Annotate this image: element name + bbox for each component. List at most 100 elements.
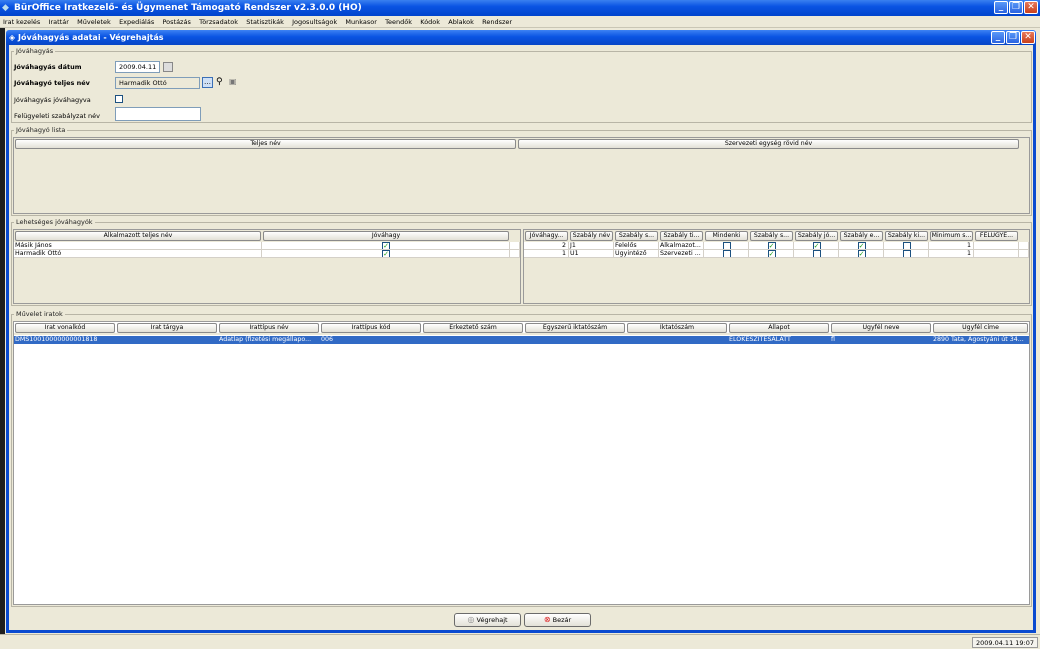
window-close-icon[interactable]: ✕	[1021, 31, 1035, 44]
cell: 2	[524, 242, 569, 250]
menu-teendok[interactable]: Teendők	[382, 16, 415, 28]
calendar-icon[interactable]	[163, 62, 173, 72]
menu-torzsadatok[interactable]: Törzsadatok	[196, 16, 241, 28]
menu-statisztikak[interactable]: Statisztikák	[243, 16, 287, 28]
col-szabaly-s2[interactable]: Szabály s...	[750, 231, 793, 241]
col-szabaly-ki[interactable]: Szabály ki...	[885, 231, 928, 241]
mindenki-checkbox[interactable]	[722, 242, 731, 249]
table-row[interactable]: DMS10010000000001818 Adatlap (fizetési m…	[14, 336, 1029, 344]
col-alkalmazott[interactable]: Alkalmazott teljes név	[15, 231, 261, 241]
menu-irat-kezeles[interactable]: Irat kezelés	[0, 16, 43, 28]
select-icon[interactable]: …	[202, 77, 213, 88]
menu-ablakok[interactable]: Ablakok	[445, 16, 477, 28]
possible-approvers-table: Alkalmazott teljes név Jóváhagy Másik Já…	[13, 229, 521, 304]
col-szabaly-e[interactable]: Szabály e...	[840, 231, 883, 241]
col-irat-vonalkod[interactable]: Irat vonalkód	[15, 323, 115, 333]
col-szabaly-nev[interactable]: Szabály név	[570, 231, 613, 241]
rule-checkbox[interactable]: ✓	[812, 242, 821, 249]
menu-jogosultsagok[interactable]: Jogosultságok	[289, 16, 340, 28]
col-ugyfel-cime[interactable]: Ügyfél címe	[933, 323, 1028, 333]
execute-button[interactable]: ◎ Végrehajt	[454, 613, 521, 627]
menu-expedialas[interactable]: Expediálás	[116, 16, 157, 28]
col-szervezeti-egyseg[interactable]: Szervezeti egység rövid név	[518, 139, 1019, 149]
search-icon[interactable]: ⚲	[216, 77, 223, 87]
col-mindenki[interactable]: Mindenki	[705, 231, 748, 241]
rule-checkbox[interactable]	[902, 250, 911, 257]
rules-table: Jóváhagy... Szabály név Szabály s... Sza…	[523, 229, 1030, 304]
col-jovahagy-n[interactable]: Jóváhagy...	[525, 231, 568, 241]
approved-checkbox[interactable]	[115, 95, 123, 103]
status-bar: 2009.04.11 19:07	[0, 634, 1040, 649]
rule-checkbox[interactable]: ✓	[767, 250, 776, 257]
window-icon: ◈	[9, 33, 16, 42]
cell-pad	[510, 242, 520, 250]
menu-rendszer[interactable]: Rendszer	[479, 16, 515, 28]
cell: fl	[830, 336, 932, 344]
cell	[704, 242, 749, 250]
cell: U1	[569, 250, 614, 258]
trash-icon[interactable]: ▣	[229, 77, 237, 87]
minimize-icon[interactable]: _	[994, 1, 1008, 14]
cell: 1	[524, 250, 569, 258]
cell-pad	[1019, 250, 1029, 258]
approval-group-label: Jóváhagyás	[14, 47, 56, 55]
close-x-icon: ⊗	[543, 615, 551, 624]
approved-label: Jóváhagyás jóváhagyva	[14, 96, 91, 104]
rule-checkbox[interactable]: ✓	[857, 250, 866, 257]
rule-field[interactable]	[115, 107, 201, 121]
col-egyszeru-iktatoszam[interactable]: Egyszerű iktatószám	[525, 323, 625, 333]
close-icon[interactable]: ✕	[1024, 1, 1038, 14]
menu-irattar[interactable]: Irattár	[46, 16, 72, 28]
table-row[interactable]: 1 U1 Ügyintéző Szervezeti ... ✓ ✓ 1	[524, 250, 1029, 258]
menu-postazas[interactable]: Postázás	[159, 16, 193, 28]
cell	[116, 336, 218, 344]
approval-date-label: Jóváhagyás dátum	[14, 63, 82, 71]
col-ugyfel-neve[interactable]: Ügyfél neve	[831, 323, 931, 333]
maximize-icon[interactable]: ❐	[1009, 1, 1023, 14]
col-minimum[interactable]: Minimum s...	[930, 231, 973, 241]
col-erkezteto-szam[interactable]: Érkeztető szám	[423, 323, 523, 333]
table-row[interactable]: Harmadik Ottó ✓	[14, 250, 520, 258]
col-jovahagy[interactable]: Jóváhagy	[263, 231, 509, 241]
rule-checkbox[interactable]: ✓	[767, 242, 776, 249]
col-allapot[interactable]: Állapot	[729, 323, 829, 333]
close-label: Bezár	[552, 616, 572, 624]
rule-checkbox[interactable]	[902, 242, 911, 249]
cell: Alkalmazot...	[659, 242, 704, 250]
cell	[422, 336, 524, 344]
cell: Felelős	[614, 242, 659, 250]
col-szabaly-jo[interactable]: Szabály jó...	[795, 231, 838, 241]
col-felugye[interactable]: FELUGYE...	[975, 231, 1018, 241]
menu-kodok[interactable]: Kódok	[417, 16, 443, 28]
col-iktatoszam[interactable]: Iktatószám	[627, 323, 727, 333]
col-szabaly-ti[interactable]: Szabály ti...	[660, 231, 703, 241]
approver-field[interactable]: Harmadik Ottó	[115, 77, 200, 89]
cell: J1	[569, 242, 614, 250]
cell-name: Harmadik Ottó	[14, 250, 262, 258]
cell: ✓	[749, 242, 794, 250]
col-szabaly-s[interactable]: Szabály s...	[615, 231, 658, 241]
menu-bar: Irat kezelés Irattár Műveletek Expediálá…	[0, 16, 1040, 28]
execute-icon: ◎	[467, 615, 475, 624]
approval-date-field[interactable]: 2009.04.11	[115, 61, 160, 73]
table-row[interactable]: Másik János ✓	[14, 242, 520, 250]
documents-group-label: Művelet iratok	[14, 310, 65, 318]
table-row[interactable]: 2 J1 Felelős Alkalmazot... ✓ ✓ ✓ 1	[524, 242, 1029, 250]
menu-muveletek[interactable]: Műveletek	[74, 16, 114, 28]
window-maximize-icon[interactable]: ❐	[1006, 31, 1020, 44]
app-title-bar: ◆ BürOffice Iratkezelő- és Ügymenet Támo…	[0, 0, 1040, 16]
col-irat-targya[interactable]: Irat tárgya	[117, 323, 217, 333]
col-irattipus-kod[interactable]: Irattípus kód	[321, 323, 421, 333]
mindenki-checkbox[interactable]	[722, 250, 731, 257]
menu-munkasor[interactable]: Munkasor	[342, 16, 380, 28]
approve-checkbox[interactable]: ✓	[382, 250, 390, 257]
approve-checkbox[interactable]: ✓	[382, 242, 390, 249]
close-button[interactable]: ⊗ Bezár	[524, 613, 591, 627]
documents-table: Irat vonalkód Irat tárgya Irattípus név …	[13, 321, 1030, 605]
cell-pad	[510, 250, 520, 258]
col-irattipus-nev[interactable]: Irattípus név	[219, 323, 319, 333]
col-teljes-nev[interactable]: Teljes név	[15, 139, 516, 149]
window-minimize-icon[interactable]: _	[991, 31, 1005, 44]
rule-checkbox[interactable]: ✓	[857, 242, 866, 249]
rule-checkbox[interactable]	[812, 250, 821, 257]
